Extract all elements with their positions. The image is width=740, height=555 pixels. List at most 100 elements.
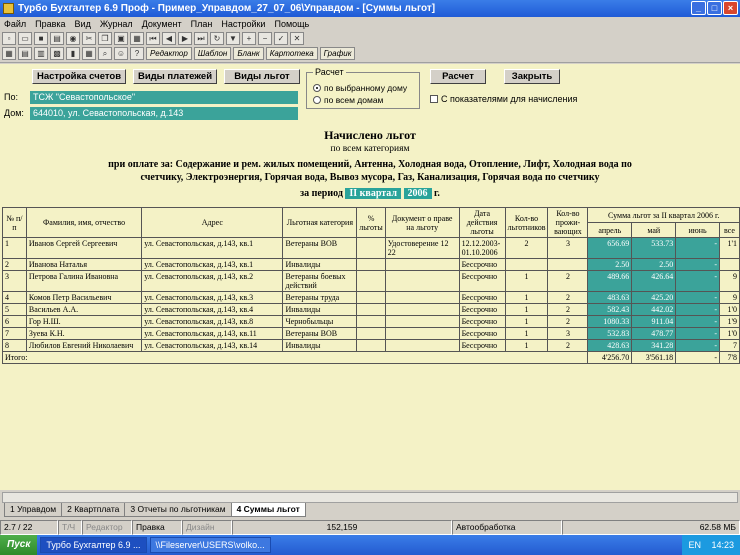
cell-tot: 9 — [718, 270, 740, 292]
sheet-tabs-bar: 1 Управдом 2 Квартплата 3 Отчеты по льго… — [0, 490, 740, 520]
table-row[interactable]: 4 Комов Петр Васильевич ул. Севастопольска… — [2, 291, 740, 304]
taskbar: Пуск Турбо Бухгалтер 6.9 ... \\Fileserve… — [0, 535, 740, 555]
col-count-benef: Кол-во льготников — [504, 207, 549, 238]
open-icon[interactable]: ▭ — [18, 32, 32, 45]
calc-button[interactable]: Расчет — [430, 69, 486, 84]
indicators-checkbox[interactable]: С показателями для начисления — [430, 94, 577, 104]
start-button[interactable]: Пуск — [0, 535, 38, 555]
tab-editor[interactable]: Редактор — [146, 47, 192, 60]
user-icon[interactable]: ☺ — [114, 47, 128, 60]
table-body: 1 Иванов Сергей Сергеевич ул. Севастопольс… — [2, 237, 740, 352]
sheet-tab-reports[interactable]: 3 Отчеты по льготникам — [124, 503, 232, 517]
total-label: Итого: — [1, 351, 589, 364]
period-quarter[interactable]: II квартал — [345, 188, 401, 199]
next-icon[interactable]: ▶ — [178, 32, 192, 45]
tab-schedule[interactable]: График — [319, 47, 356, 60]
cell-cr: 2 — [547, 270, 589, 292]
sheet-tab-sums[interactable]: 4 Суммы льгот — [230, 503, 306, 517]
calendar-icon[interactable]: ▦ — [2, 47, 16, 60]
payment-types-button[interactable]: Виды платежей — [133, 69, 217, 84]
settings-button[interactable]: Настройка счетов — [32, 69, 126, 84]
report-icon[interactable]: ▥ — [34, 47, 48, 60]
radio-all-houses[interactable]: по всем домам — [313, 95, 383, 105]
sheet-tab-kvartplata[interactable]: 2 Квартплата — [61, 503, 126, 517]
filter-icon[interactable]: ▼ — [226, 32, 240, 45]
minimize-button[interactable]: _ — [691, 1, 706, 15]
period-year[interactable]: 2006 — [403, 188, 432, 199]
cell-jun: - — [675, 270, 720, 292]
status-editor: Редактор — [82, 520, 132, 535]
cell-pct — [356, 237, 386, 259]
tab-template[interactable]: Шаблон — [193, 47, 232, 60]
tab-cardfile[interactable]: Картотека — [265, 47, 318, 60]
zoom-icon[interactable]: ⌕ — [98, 47, 112, 60]
delete-icon[interactable]: − — [258, 32, 272, 45]
lang-indicator[interactable]: EN — [688, 540, 701, 550]
menu-help[interactable]: Помощь — [274, 19, 309, 29]
table-row[interactable]: 5 Васильев А.А. ул. Севастопольская, д.143… — [2, 303, 740, 316]
task-fileserver[interactable]: \\Fileserver\USERS\volko... — [149, 537, 271, 553]
maximize-button[interactable]: □ — [707, 1, 722, 15]
add-icon[interactable]: + — [242, 32, 256, 45]
grid-icon[interactable]: ▩ — [50, 47, 64, 60]
prev-icon[interactable]: ◀ — [162, 32, 176, 45]
menu-settings[interactable]: Настройки — [221, 19, 265, 29]
preview-icon[interactable]: ◉ — [66, 32, 80, 45]
print-icon[interactable]: ▤ — [50, 32, 64, 45]
cell-name: Иванов Сергей Сергеевич — [25, 237, 143, 259]
menu-edit[interactable]: Правка — [35, 19, 65, 29]
table-icon[interactable]: ▦ — [82, 47, 96, 60]
table-row[interactable]: 3 Петрова Галина Ивановна ул. Севастопольс… — [2, 270, 740, 292]
close-window-button[interactable]: × — [723, 1, 738, 15]
cell-cat: Инвалиды — [282, 339, 358, 352]
cell-jun: - — [675, 237, 720, 259]
table-row[interactable]: 6 Гор Н.Ш. ул. Севастопольская, д.143, кв.… — [2, 315, 740, 328]
cell-date: Бессрочно — [458, 303, 506, 316]
save-icon[interactable]: ■ — [34, 32, 48, 45]
calc-icon[interactable]: ▦ — [130, 32, 144, 45]
refresh-icon[interactable]: ↻ — [210, 32, 224, 45]
menu-document[interactable]: Документ — [142, 19, 182, 29]
menu-view[interactable]: Вид — [75, 19, 91, 29]
first-icon[interactable]: ⏮ — [146, 32, 160, 45]
radio-selected-house[interactable]: по выбранному дому — [313, 83, 407, 93]
task-turbo[interactable]: Турбо Бухгалтер 6.9 ... — [40, 537, 147, 553]
table-row[interactable]: 1 Иванов Сергей Сергеевич ул. Севастопольс… — [2, 237, 740, 259]
benefit-types-button[interactable]: Виды льгот — [224, 69, 300, 84]
cell-name: Васильев А.А. — [25, 303, 143, 316]
chart-icon[interactable]: ▮ — [66, 47, 80, 60]
help-icon[interactable]: ? — [130, 47, 144, 60]
table-row[interactable]: 7 Зуева К.Н. ул. Севастопольская, д.143, к… — [2, 327, 740, 340]
menu-journal[interactable]: Журнал — [100, 19, 133, 29]
cell-addr: ул. Севастопольская, д.143, кв.1 — [141, 258, 284, 271]
table-row[interactable]: 2 Иванова Наталья ул. Севастопольская, д.1… — [2, 258, 740, 271]
tab-form[interactable]: Бланк — [233, 47, 264, 60]
checkbox-label: С показателями для начисления — [441, 94, 578, 104]
horizontal-scrollbar[interactable] — [2, 492, 738, 503]
cut-icon[interactable]: ✂ — [82, 32, 96, 45]
cell-n: 4 — [2, 291, 27, 304]
po-label: По: — [4, 92, 18, 102]
table-row[interactable]: 8 Любилов Евгений Николаевич ул. Севастопо… — [2, 339, 740, 352]
po-field[interactable]: ТСЖ "Севастопольское" — [30, 91, 298, 104]
menu-plan[interactable]: План — [191, 19, 213, 29]
close-button[interactable]: Закрыть — [504, 69, 560, 84]
cell-doc — [384, 327, 460, 340]
status-design: Дизайн — [182, 520, 232, 535]
printer-icon[interactable]: ▤ — [18, 47, 32, 60]
col-num: № п/п — [2, 207, 27, 238]
sheet-tab-upravdom[interactable]: 1 Управдом — [4, 503, 63, 517]
copy-icon[interactable]: ❐ — [98, 32, 112, 45]
last-icon[interactable]: ⏭ — [194, 32, 208, 45]
cancel-icon[interactable]: ✕ — [290, 32, 304, 45]
total-june: - — [675, 351, 720, 364]
cell-apr: 656.69 — [587, 237, 633, 259]
cell-apr: 489.66 — [587, 270, 633, 292]
check-icon[interactable]: ✓ — [274, 32, 288, 45]
col-june: июнь — [675, 222, 720, 238]
dom-field[interactable]: 644010, ул. Севастопольская, д.143 — [30, 107, 298, 120]
radio-on-icon — [313, 84, 321, 92]
paste-icon[interactable]: ▣ — [114, 32, 128, 45]
menu-file[interactable]: Файл — [4, 19, 26, 29]
new-icon[interactable]: ▫ — [2, 32, 16, 45]
